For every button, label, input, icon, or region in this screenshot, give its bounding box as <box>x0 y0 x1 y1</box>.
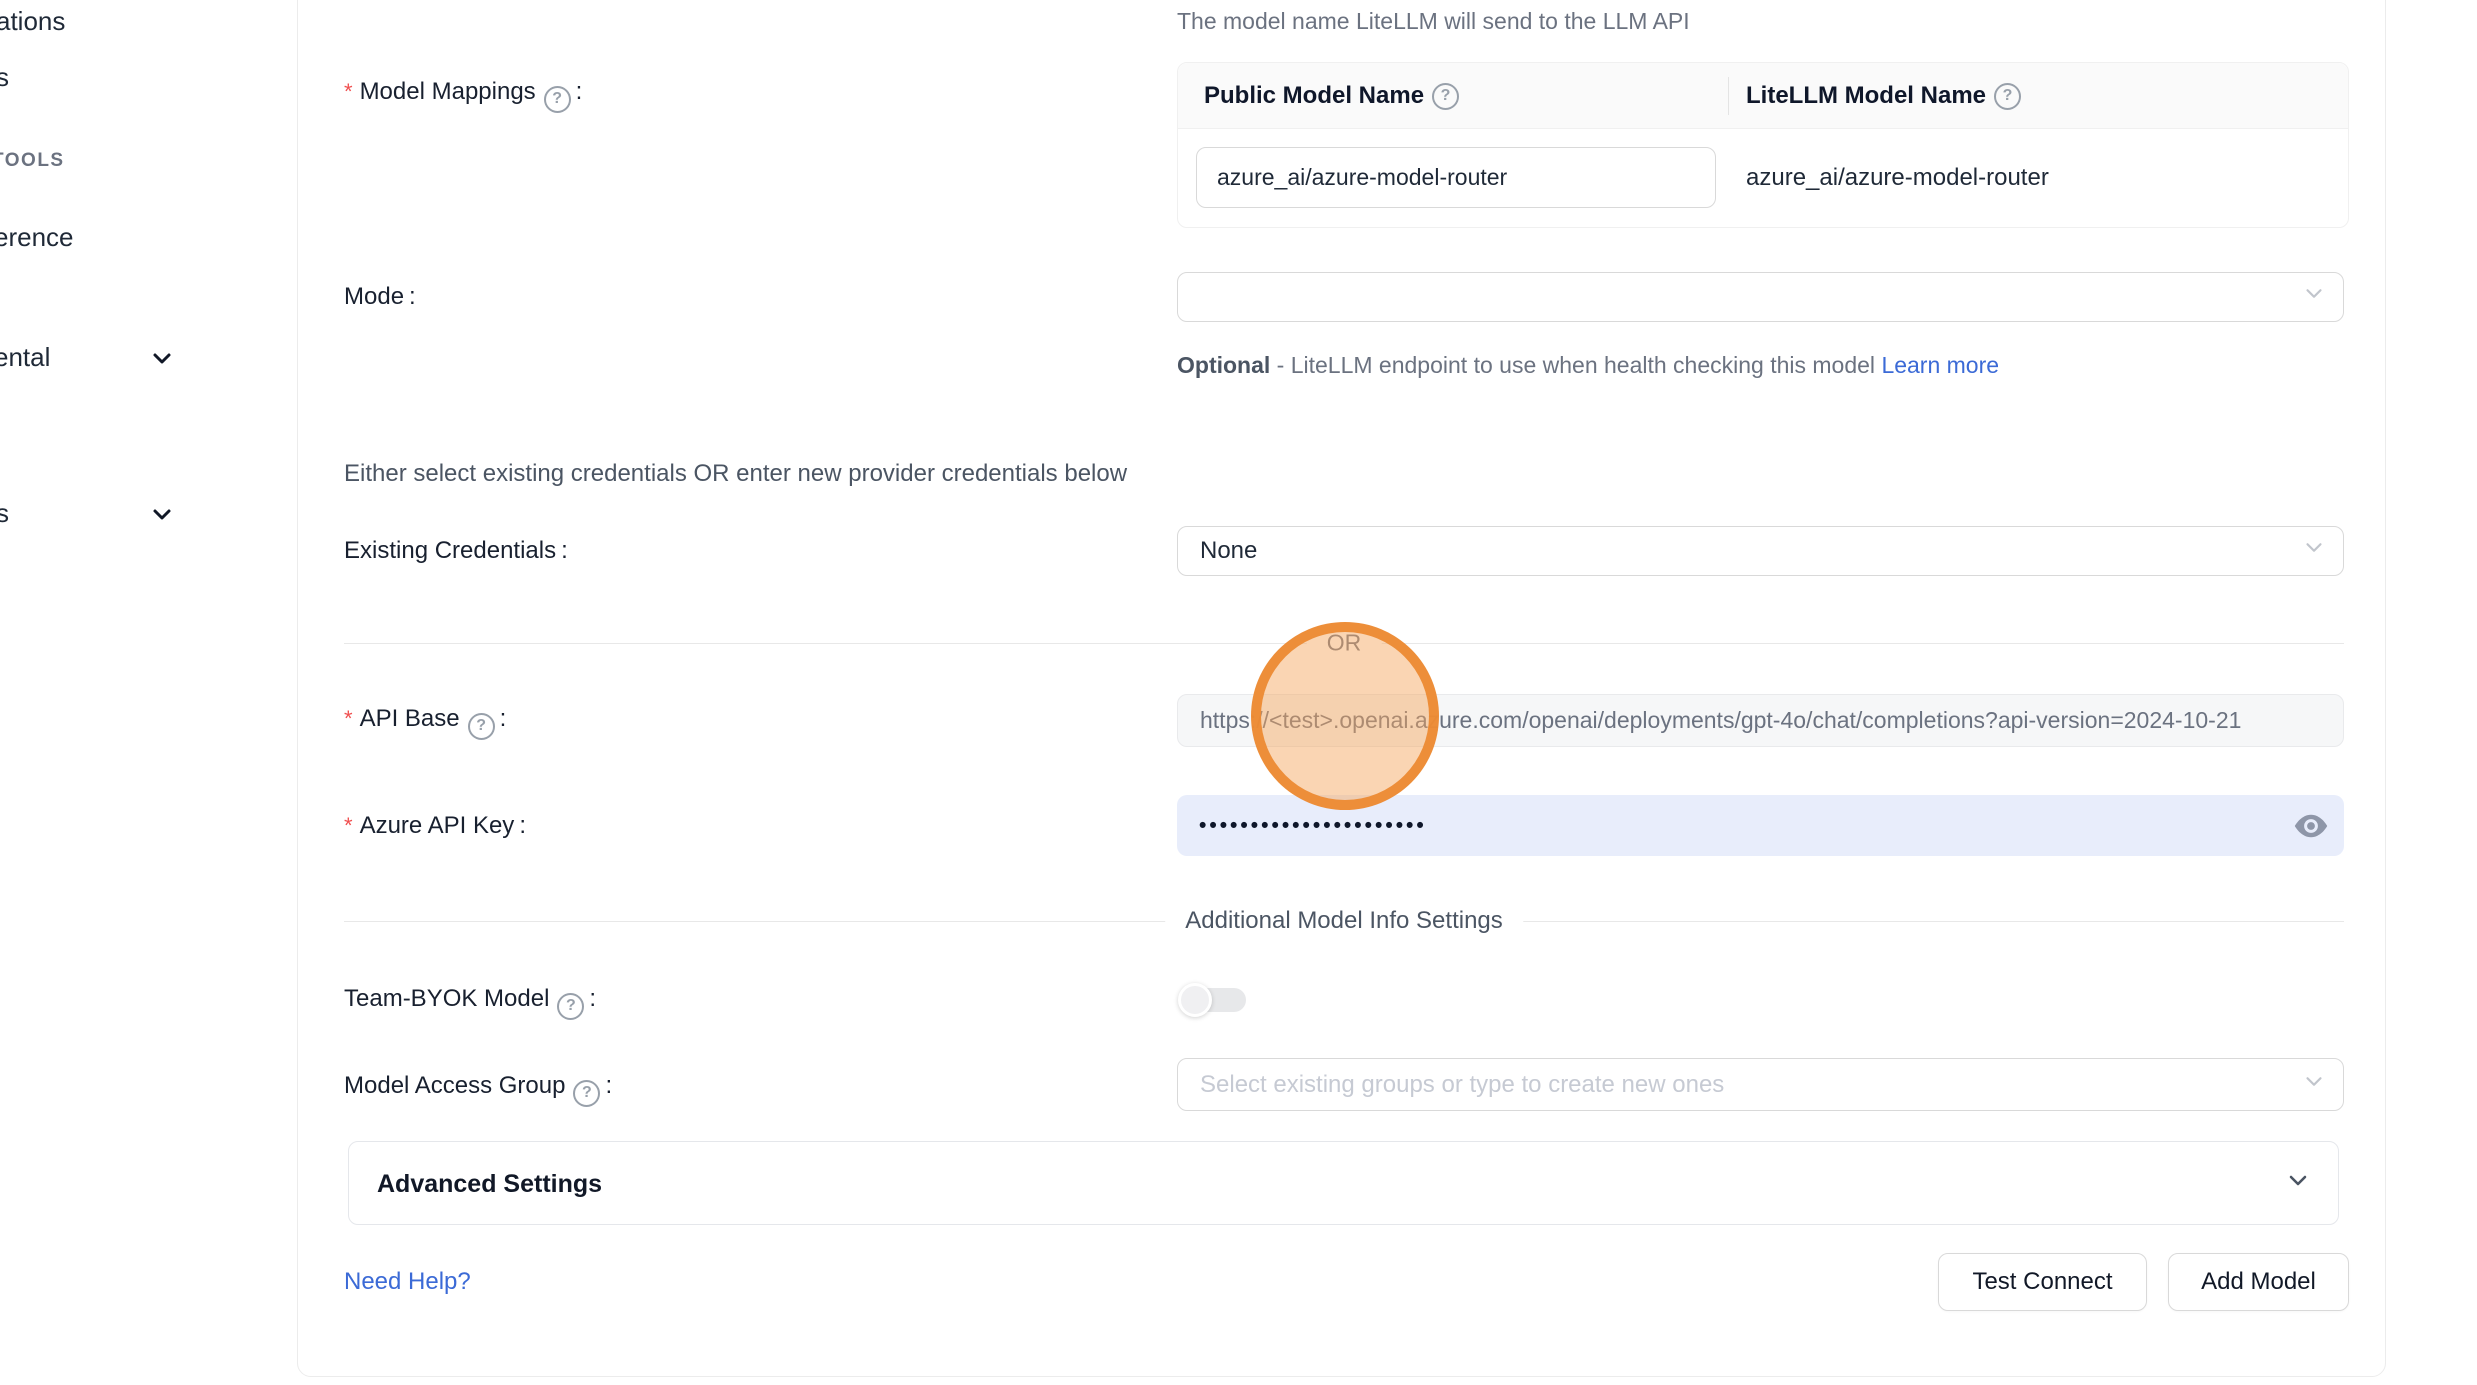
add-model-button[interactable]: Add Model <box>2168 1253 2349 1311</box>
sidebar-item-experimental[interactable]: ental <box>0 342 50 373</box>
learn-more-link[interactable]: Learn more <box>1881 352 1999 378</box>
toggle-knob <box>1178 983 1212 1017</box>
model-access-group-placeholder: Select existing groups or type to create… <box>1200 1071 1724 1099</box>
chevron-down-icon[interactable] <box>150 346 174 370</box>
help-icon[interactable]: ? <box>1994 83 2021 110</box>
click-highlight-circle <box>1251 622 1439 810</box>
api-base-label: *API Base?: <box>344 705 506 740</box>
column-header-litellm-model-name: LiteLLM Model Name? <box>1746 63 2021 129</box>
mode-select[interactable] <box>1177 272 2344 322</box>
chevron-down-icon[interactable] <box>150 502 174 526</box>
team-byok-toggle[interactable] <box>1178 982 1246 1018</box>
chevron-down-icon <box>2284 1167 2312 1200</box>
sidebar-item-reference[interactable]: erence <box>0 222 74 253</box>
sidebar-item-users[interactable]: s <box>0 62 9 93</box>
credentials-instruction: Either select existing credentials OR en… <box>344 460 1127 488</box>
mode-label: Mode: <box>344 283 416 311</box>
model-access-group-select[interactable]: Select existing groups or type to create… <box>1177 1058 2344 1111</box>
advanced-settings-label: Advanced Settings <box>377 1142 602 1226</box>
existing-credentials-label: Existing Credentials: <box>344 537 568 565</box>
add-model-page: ations s TOOLS erence ental s The model … <box>0 0 2477 1385</box>
chevron-down-icon <box>2301 1068 2327 1101</box>
section-divider-label: Additional Model Info Settings <box>1165 907 1523 935</box>
existing-credentials-value: None <box>1200 537 1257 565</box>
team-byok-label: Team-BYOK Model?: <box>344 985 596 1020</box>
model-mappings-label: *Model Mappings?: <box>344 78 582 113</box>
chevron-down-icon <box>2301 281 2327 314</box>
required-mark: * <box>344 813 353 838</box>
sidebar-item-settings[interactable]: s <box>0 498 9 529</box>
help-icon[interactable]: ? <box>557 993 584 1020</box>
azure-api-key-label: *Azure API Key: <box>344 812 526 840</box>
help-icon[interactable]: ? <box>1432 83 1459 110</box>
sidebar-section-tools: TOOLS <box>0 150 65 172</box>
test-connect-button[interactable]: Test Connect <box>1938 1253 2147 1311</box>
advanced-settings-panel[interactable]: Advanced Settings <box>348 1141 2339 1225</box>
chevron-down-icon <box>2301 535 2327 568</box>
help-icon[interactable]: ? <box>544 86 571 113</box>
existing-credentials-select[interactable]: None <box>1177 526 2344 576</box>
table-header-row: Public Model Name? LiteLLM Model Name? <box>1178 63 2348 129</box>
litellm-model-name-value: azure_ai/azure-model-router <box>1746 147 2049 208</box>
column-header-public-model-name: Public Model Name? <box>1204 63 1459 129</box>
sidebar-item-organizations[interactable]: ations <box>0 6 65 37</box>
model-access-group-label: Model Access Group?: <box>344 1072 612 1107</box>
need-help-link[interactable]: Need Help? <box>344 1268 471 1296</box>
required-mark: * <box>344 706 353 731</box>
required-mark: * <box>344 79 353 104</box>
litellm-model-name-help: The model name LiteLLM will send to the … <box>1177 8 1690 35</box>
help-icon[interactable]: ? <box>573 1080 600 1107</box>
public-model-name-input[interactable] <box>1196 147 1716 208</box>
help-icon[interactable]: ? <box>468 713 495 740</box>
model-mappings-table: Public Model Name? LiteLLM Model Name? a… <box>1177 62 2349 228</box>
eye-icon[interactable] <box>2292 809 2330 843</box>
column-divider <box>1728 77 1729 115</box>
mode-help-text: Optional - LiteLLM endpoint to use when … <box>1177 345 2027 385</box>
